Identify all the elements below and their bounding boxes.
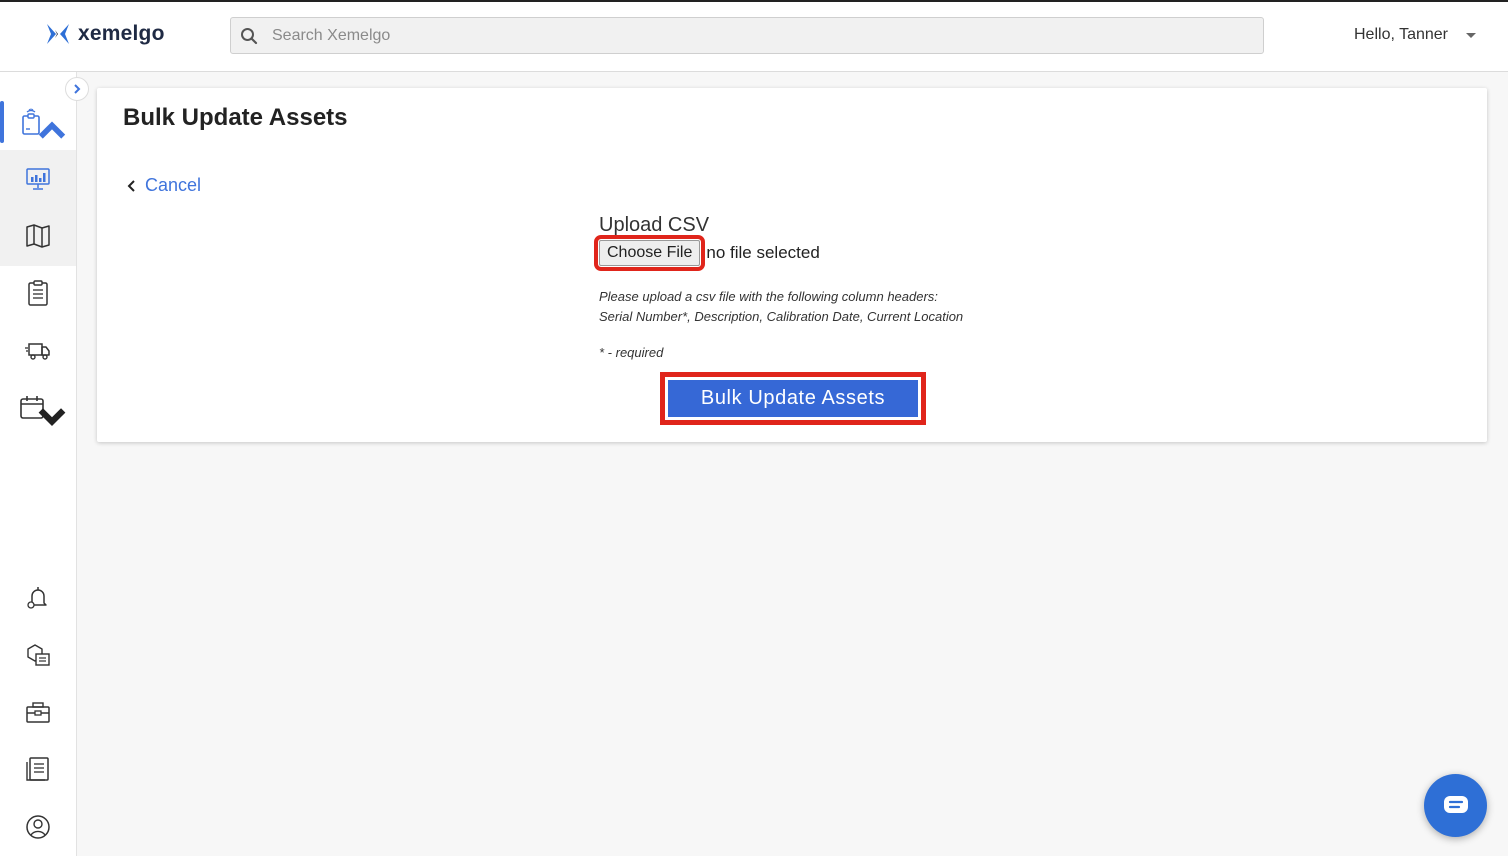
chat-icon bbox=[1443, 795, 1468, 813]
chevron-down-icon bbox=[38, 408, 66, 426]
cancel-label: Cancel bbox=[145, 175, 202, 195]
hint-line-2: Serial Number*, Description, Calibration… bbox=[599, 309, 964, 324]
submit-highlight: Bulk Update Assets bbox=[660, 372, 926, 425]
sidebar-item-calendar[interactable] bbox=[0, 378, 76, 435]
choose-file-button[interactable]: Choose File bbox=[593, 235, 706, 271]
map-icon bbox=[26, 223, 50, 248]
user-greeting: Hello, Tanner bbox=[1354, 26, 1448, 43]
logo-text: xemelgo bbox=[78, 22, 165, 45]
toolbox-icon bbox=[26, 701, 50, 723]
cancel-link[interactable]: Cancel bbox=[127, 175, 201, 196]
chevron-left-icon bbox=[127, 179, 135, 192]
sidebar-item-tools[interactable] bbox=[0, 683, 76, 740]
file-status: no file selected bbox=[706, 243, 820, 262]
sidebar-item-map[interactable] bbox=[0, 207, 76, 264]
caret-down-icon bbox=[1465, 32, 1476, 38]
page-title: Bulk Update Assets bbox=[123, 104, 348, 131]
sidebar-item-assets[interactable] bbox=[0, 93, 76, 150]
sidebar-item-checklist[interactable] bbox=[0, 264, 76, 321]
chevron-right-icon bbox=[74, 84, 81, 94]
search-bar[interactable] bbox=[230, 17, 1264, 54]
bulk-update-card: Bulk Update Assets Cancel Upload CSV Cho… bbox=[97, 88, 1487, 442]
chevron-up-icon bbox=[38, 121, 66, 139]
sidebar-item-inventory[interactable] bbox=[0, 626, 76, 683]
bulk-update-assets-button[interactable]: Bulk Update Assets bbox=[668, 380, 918, 417]
csv-format-hint: Please upload a csv file with the follow… bbox=[599, 287, 963, 327]
sidebar-item-alerts[interactable] bbox=[0, 568, 76, 625]
sidebar-item-reports[interactable] bbox=[0, 740, 76, 797]
inventory-list-icon bbox=[27, 643, 50, 666]
chat-widget-button[interactable] bbox=[1424, 774, 1487, 837]
user-profile-icon bbox=[26, 814, 50, 839]
clipboard-checklist-icon bbox=[28, 279, 48, 306]
sidebar-item-shipments[interactable] bbox=[0, 321, 76, 378]
report-document-icon bbox=[26, 756, 49, 781]
sidebar bbox=[0, 72, 77, 856]
search-icon bbox=[241, 27, 258, 44]
user-menu[interactable]: Hello, Tanner bbox=[1354, 26, 1476, 44]
search-input[interactable] bbox=[272, 26, 1232, 45]
required-note: * - required bbox=[599, 345, 664, 360]
file-input: Choose File no file selected bbox=[593, 235, 820, 271]
alert-bell-settings-icon bbox=[27, 586, 47, 609]
sidebar-item-profile[interactable] bbox=[0, 798, 76, 855]
upload-csv-label: Upload CSV bbox=[599, 214, 710, 236]
hint-line-1: Please upload a csv file with the follow… bbox=[599, 289, 938, 304]
xemelgo-logo-icon bbox=[47, 24, 69, 44]
shipment-truck-icon bbox=[25, 342, 50, 360]
app-logo[interactable]: xemelgo bbox=[46, 22, 165, 46]
dashboard-chart-icon bbox=[26, 167, 50, 190]
sidebar-expand-button[interactable] bbox=[65, 77, 89, 101]
sidebar-item-dashboard[interactable] bbox=[0, 150, 76, 207]
top-bar: xemelgo Hello, Tanner bbox=[0, 0, 1508, 72]
